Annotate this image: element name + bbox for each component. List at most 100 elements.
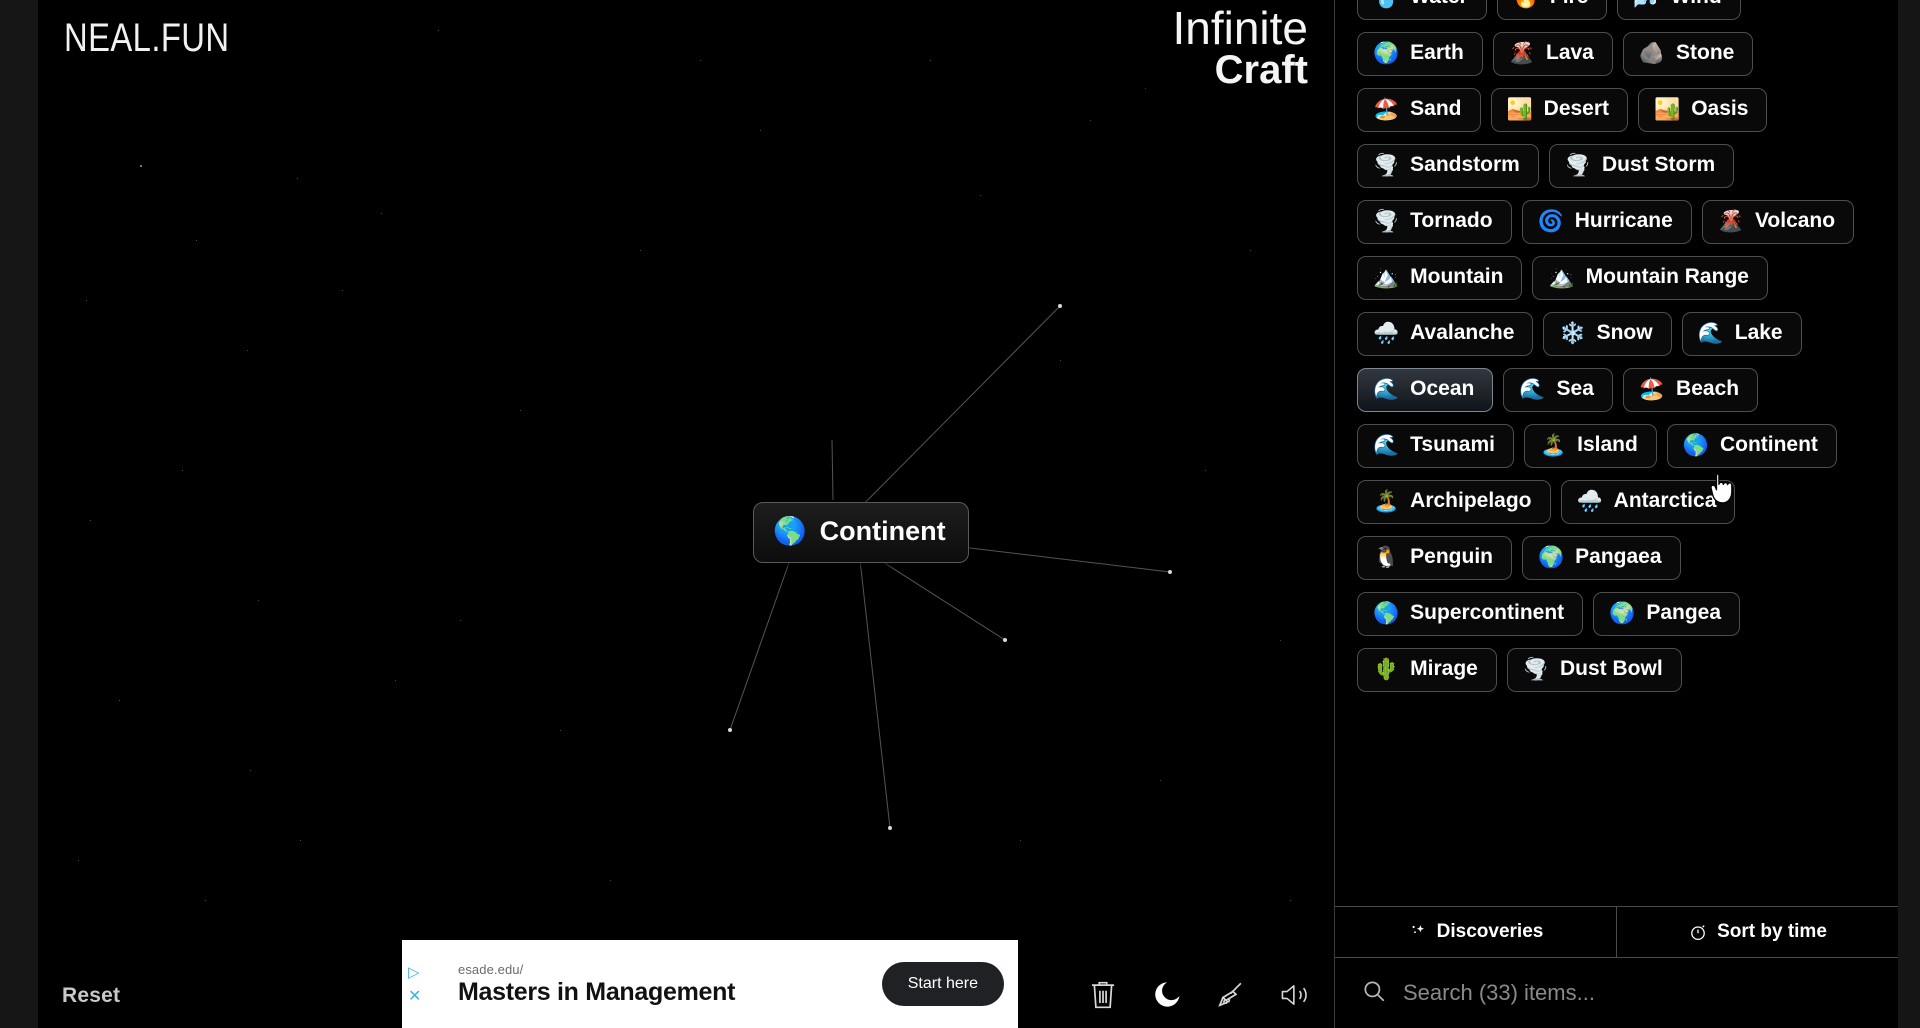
element-label: Island (1577, 433, 1638, 457)
sidebar-item-desert[interactable]: 🏜️ Desert (1490, 88, 1629, 132)
element-label: Water (1410, 0, 1468, 10)
element-label: Supercontinent (1410, 601, 1565, 625)
sidebar-item-tsunami[interactable]: 🌊 Tsunami (1357, 424, 1514, 468)
adchoices-triangle-icon[interactable]: ▷ (408, 965, 422, 980)
sidebar-item-avalanche[interactable]: 🌧️ Avalanche (1357, 312, 1534, 356)
element-emoji-icon: 🌪️ (1373, 154, 1400, 177)
star (381, 213, 383, 215)
element-emoji-icon: 🏔️ (1373, 266, 1400, 289)
sidebar-item-pangea[interactable]: 🌍 Pangea (1593, 592, 1741, 636)
sidebar-item-sand[interactable]: 🏖️ Sand (1357, 88, 1481, 132)
star (1090, 120, 1092, 122)
canvas-element-continent[interactable]: 🌎 Continent (753, 502, 969, 563)
broom-icon[interactable] (1214, 978, 1248, 1012)
sidebar-item-tornado[interactable]: 🌪️ Tornado (1357, 200, 1512, 244)
sidebar-item-earth[interactable]: 🌍 Earth (1357, 32, 1483, 76)
sidebar-item-stone[interactable]: 🪨 Stone (1622, 32, 1754, 76)
star (247, 350, 249, 352)
page-title: Infinite Craft (1172, 5, 1308, 89)
sidebar-item-volcano[interactable]: 🌋 Volcano (1701, 200, 1855, 244)
element-label: Mirage (1410, 657, 1478, 681)
sidebar-item-water[interactable]: 💧 Water (1357, 0, 1487, 20)
star (1280, 640, 1282, 642)
star (520, 410, 522, 412)
element-emoji-icon: 🏜️ (1506, 98, 1533, 121)
element-emoji-icon: 🏝️ (1373, 490, 1400, 513)
star (1145, 88, 1147, 90)
moon-icon[interactable] (1150, 978, 1184, 1012)
sidebar-item-archipelago[interactable]: 🏝️ Archipelago (1357, 480, 1551, 524)
search-bar[interactable] (1335, 958, 1898, 1028)
sidebar-item-supercontinent[interactable]: 🌎 Supercontinent (1357, 592, 1584, 636)
reset-button[interactable]: Reset (62, 984, 120, 1008)
element-list[interactable]: 💧 Water 🔥 Fire 🌬️ Wind 🌍 Earth 🌋 Lava 🪨 Stone 🏖️ Sand… (1335, 0, 1898, 906)
element-label: Wind (1671, 0, 1722, 10)
element-label: Mountain (1410, 265, 1504, 289)
sidebar-item-fire[interactable]: 🔥 Fire (1496, 0, 1608, 20)
star (297, 178, 299, 180)
element-emoji-icon: 🌊 (1373, 378, 1400, 401)
sidebar-item-pangaea[interactable]: 🌍 Pangaea (1522, 536, 1681, 580)
element-emoji-icon: 🌍 (1609, 602, 1636, 625)
close-x-icon[interactable]: ✕ (408, 989, 421, 1005)
element-emoji-icon: 🌊 (1519, 378, 1546, 401)
ad-icon-column: ▷ ✕ (402, 940, 430, 1028)
speaker-icon[interactable] (1278, 978, 1312, 1012)
sidebar-item-mountain-range[interactable]: 🏔️ Mountain Range (1532, 256, 1768, 300)
star (930, 60, 932, 62)
stopwatch-icon (1688, 922, 1708, 942)
sidebar-item-sandstorm[interactable]: 🌪️ Sandstorm (1357, 144, 1539, 188)
element-emoji-icon: 🏖️ (1638, 378, 1666, 401)
sidebar-item-continent[interactable]: 🌎 Continent (1666, 424, 1837, 468)
sidebar-item-dust-storm[interactable]: 🌪️ Dust Storm (1548, 144, 1735, 188)
sidebar-item-sea[interactable]: 🌊 Sea (1503, 368, 1613, 412)
sidebar-item-mirage[interactable]: 🌵 Mirage (1357, 648, 1497, 692)
sidebar-item-lake[interactable]: 🌊 Lake (1681, 312, 1802, 356)
ad-banner[interactable]: ▷ ✕ esade.edu/ Masters in Management Sta… (402, 940, 1018, 1028)
sidebar-item-ocean[interactable]: 🌊 Ocean (1357, 368, 1494, 412)
star (182, 470, 184, 472)
starfield-background (0, 0, 1334, 1028)
element-emoji-icon: 🏜️ (1654, 98, 1681, 121)
search-input[interactable] (1403, 980, 1872, 1006)
sidebar-item-oasis[interactable]: 🏜️ Oasis (1638, 88, 1768, 132)
element-label: Oasis (1691, 97, 1749, 121)
ad-headline: Masters in Management (458, 977, 736, 1006)
element-label: Fire (1550, 0, 1589, 10)
element-label: Archipelago (1410, 489, 1532, 513)
element-label: Stone (1676, 41, 1735, 65)
element-emoji-icon: 🐧 (1373, 546, 1400, 569)
trash-icon[interactable] (1086, 978, 1120, 1012)
sidebar-item-beach[interactable]: 🏖️ Beach (1622, 368, 1759, 412)
element-label: Dust Storm (1602, 153, 1716, 177)
star (640, 250, 642, 252)
sidebar-item-wind[interactable]: 🌬️ Wind (1617, 0, 1741, 20)
sidebar-item-lava[interactable]: 🌋 Lava (1492, 32, 1613, 76)
crafting-canvas[interactable]: NEAL.FUN Infinite Craft 🌎 Continent Rese… (0, 0, 1334, 1028)
neal-fun-logo[interactable]: NEAL.FUN (64, 16, 229, 61)
element-emoji-icon: 🌵 (1373, 658, 1400, 681)
star (119, 700, 121, 702)
sidebar-item-hurricane[interactable]: 🌀 Hurricane (1521, 200, 1692, 244)
element-label: Sea (1556, 377, 1594, 401)
star (258, 600, 260, 602)
canvas-element-label: Continent (819, 516, 946, 546)
element-label: Lake (1734, 321, 1783, 345)
sidebar-item-antarctica[interactable]: 🌧️ Antarctica (1560, 480, 1736, 524)
sidebar-item-penguin[interactable]: 🐧 Penguin (1357, 536, 1512, 580)
sidebar-item-island[interactable]: 🏝️ Island (1523, 424, 1657, 468)
sidebar-item-snow[interactable]: ❄️ Snow (1543, 312, 1672, 356)
element-label: Sand (1410, 97, 1462, 121)
letterbox-left (0, 0, 38, 1028)
tab-sort-by-time[interactable]: Sort by time (1616, 907, 1898, 957)
sidebar-item-dust-bowl[interactable]: 🌪️ Dust Bowl (1506, 648, 1682, 692)
ad-cta-button[interactable]: Start here (881, 962, 1004, 1006)
sparkle-icon (1408, 922, 1428, 942)
star (760, 130, 762, 132)
element-label: Desert (1543, 97, 1610, 121)
sidebar-tabs: Discoveries Sort by time (1335, 906, 1898, 958)
sidebar-item-mountain[interactable]: 🏔️ Mountain (1357, 256, 1523, 300)
tab-discoveries[interactable]: Discoveries (1335, 907, 1616, 957)
element-emoji-icon: 🌊 (1697, 322, 1724, 345)
star (1020, 840, 1022, 842)
